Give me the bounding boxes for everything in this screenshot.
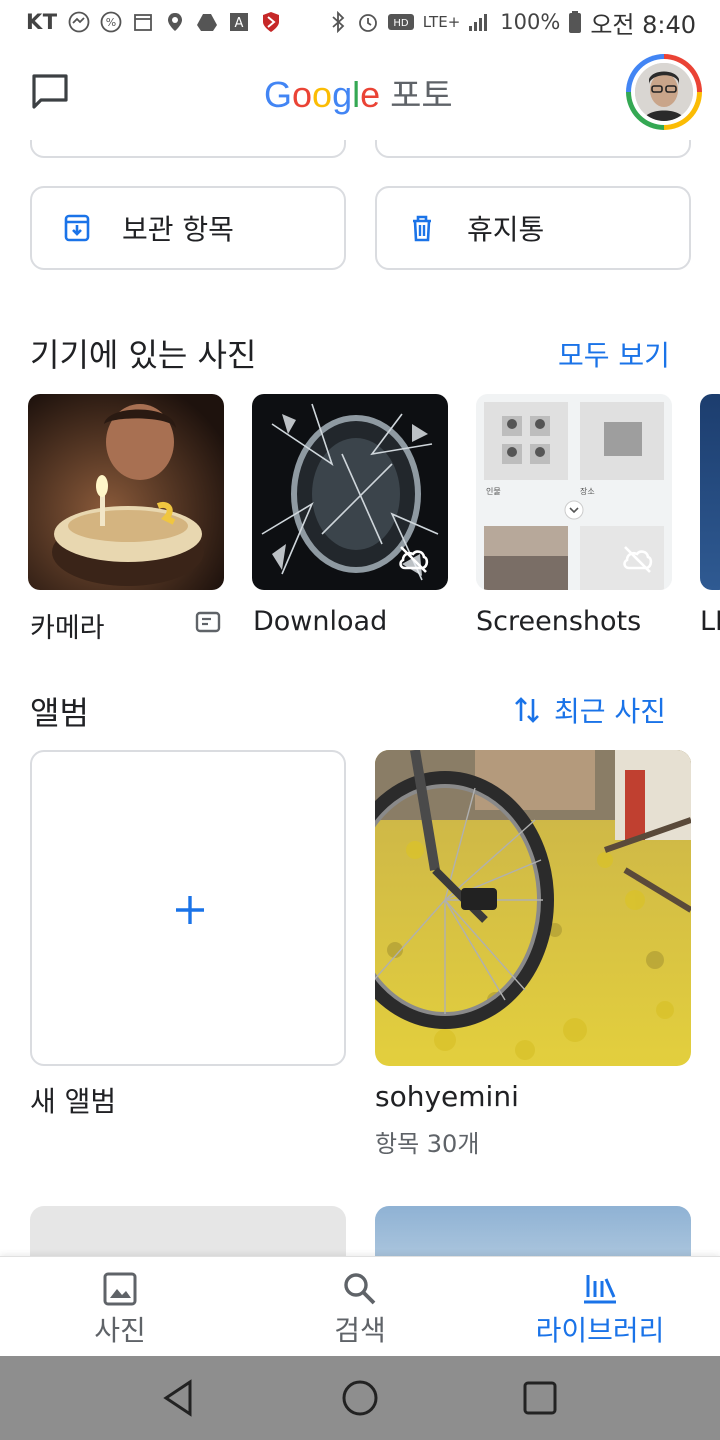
photo-icon [103,1272,137,1306]
archive-button[interactable]: 보관 항목 [30,186,346,270]
trash-label: 휴지통 [467,213,545,246]
clock: 오전 8:40 [590,10,696,39]
app-logo: Google 포토 [264,68,453,117]
speed-icon [68,11,90,33]
cloud-off-icon [623,546,653,573]
screenshot-thumb-label: 인물 [486,487,501,496]
carrier-label: KT [26,10,58,34]
battery-percent: 100% [500,10,561,34]
location-icon [164,11,186,33]
logo-suffix: 포토 [390,77,453,115]
percent-icon: % [100,11,122,33]
album-name: sohyemini [375,1080,519,1113]
folder-thumb-camera[interactable] [28,394,224,590]
new-album-label: 새 앨범 [30,1085,117,1118]
app-bar: Google 포토 [0,44,720,140]
utility-card-partial[interactable] [30,140,346,158]
nav-photos-label: 사진 [94,1314,146,1347]
album-count: 항목 30개 [375,1130,480,1158]
camera-folder-image [28,394,224,590]
archive-icon [64,214,90,242]
cloud-off-icon [399,546,429,573]
sort-label: 최근 사진 [554,695,666,728]
folder-label-screenshots: Screenshots [476,606,642,637]
account-avatar[interactable] [626,54,702,130]
album-card-peek[interactable] [375,1206,691,1258]
svg-text:A: A [234,16,243,31]
svg-text:%: % [105,16,115,29]
calendar-icon [132,11,154,33]
view-all-label: 모두 보기 [558,339,670,372]
folder-thumb-partial[interactable] [700,394,720,590]
screenshot-thumb-label: 장소 [580,487,595,496]
library-icon [584,1275,616,1304]
network-type: LTE+ [422,13,461,31]
search-icon [344,1273,376,1305]
logo-letter: o [312,74,333,115]
view-all-link[interactable]: 모두 보기 [558,334,670,374]
drive-icon [196,11,218,33]
hd-icon: HD [387,11,415,33]
nav-search[interactable]: 검색 [240,1257,480,1356]
trash-icon [413,215,431,242]
folder-thumb-screenshots[interactable]: 인물 장소 [476,394,672,590]
folder-label-camera: 카메라 [30,613,105,644]
logo-letter: g [332,74,353,115]
sort-button[interactable]: 최근 사진 [514,690,666,730]
system-navigation-bar [0,1356,720,1440]
albums-title: 앨범 [30,694,89,732]
album-card-peek[interactable] [30,1206,346,1258]
avatar-photo [635,63,693,121]
new-album-card[interactable] [30,750,346,1066]
trash-button[interactable]: 휴지통 [375,186,691,270]
status-bar: KT % A HD LTE+ 100% 오전 8:40 [0,0,720,44]
back-icon[interactable] [160,1378,200,1418]
nav-photos[interactable]: 사진 [0,1257,240,1356]
plus-icon [176,896,204,924]
nav-library[interactable]: 라이브러리 [480,1257,720,1356]
library-content[interactable]: 보관 항목 휴지통 기기에 있는 사진 모두 보기 카메라 Download 인… [0,140,720,1258]
battery-icon [568,11,582,33]
logo-letter: l [352,74,361,115]
logo-letter: G [264,74,293,115]
archive-label: 보관 항목 [122,213,234,246]
nav-search-label: 검색 [334,1314,386,1347]
bottom-navigation: 사진 검색 라이브러리 [0,1256,720,1356]
logo-letter: o [292,74,313,115]
bluetooth-icon [327,11,349,33]
sort-icon [515,697,539,723]
logo-letter: e [360,74,381,115]
device-photos-title: 기기에 있는 사진 [30,336,257,374]
album-cover-sohyemini[interactable] [375,750,691,1066]
folder-label-partial: LI [700,606,720,637]
alarm-icon [357,11,379,33]
chat-button[interactable] [30,72,70,112]
chat-icon [32,74,68,109]
backup-status-icon [195,611,221,633]
utility-card-partial[interactable] [375,140,691,158]
home-icon[interactable] [340,1378,380,1418]
folder-label-download: Download [253,606,388,637]
nav-library-label: 라이브러리 [535,1314,665,1347]
svg-text:HD: HD [393,18,409,29]
recents-icon[interactable] [520,1378,560,1418]
signal-icon [468,11,492,33]
album-cover-image [375,750,691,1066]
shield-icon [260,11,282,33]
a-icon: A [228,11,250,33]
folder-thumb-download[interactable] [252,394,448,590]
